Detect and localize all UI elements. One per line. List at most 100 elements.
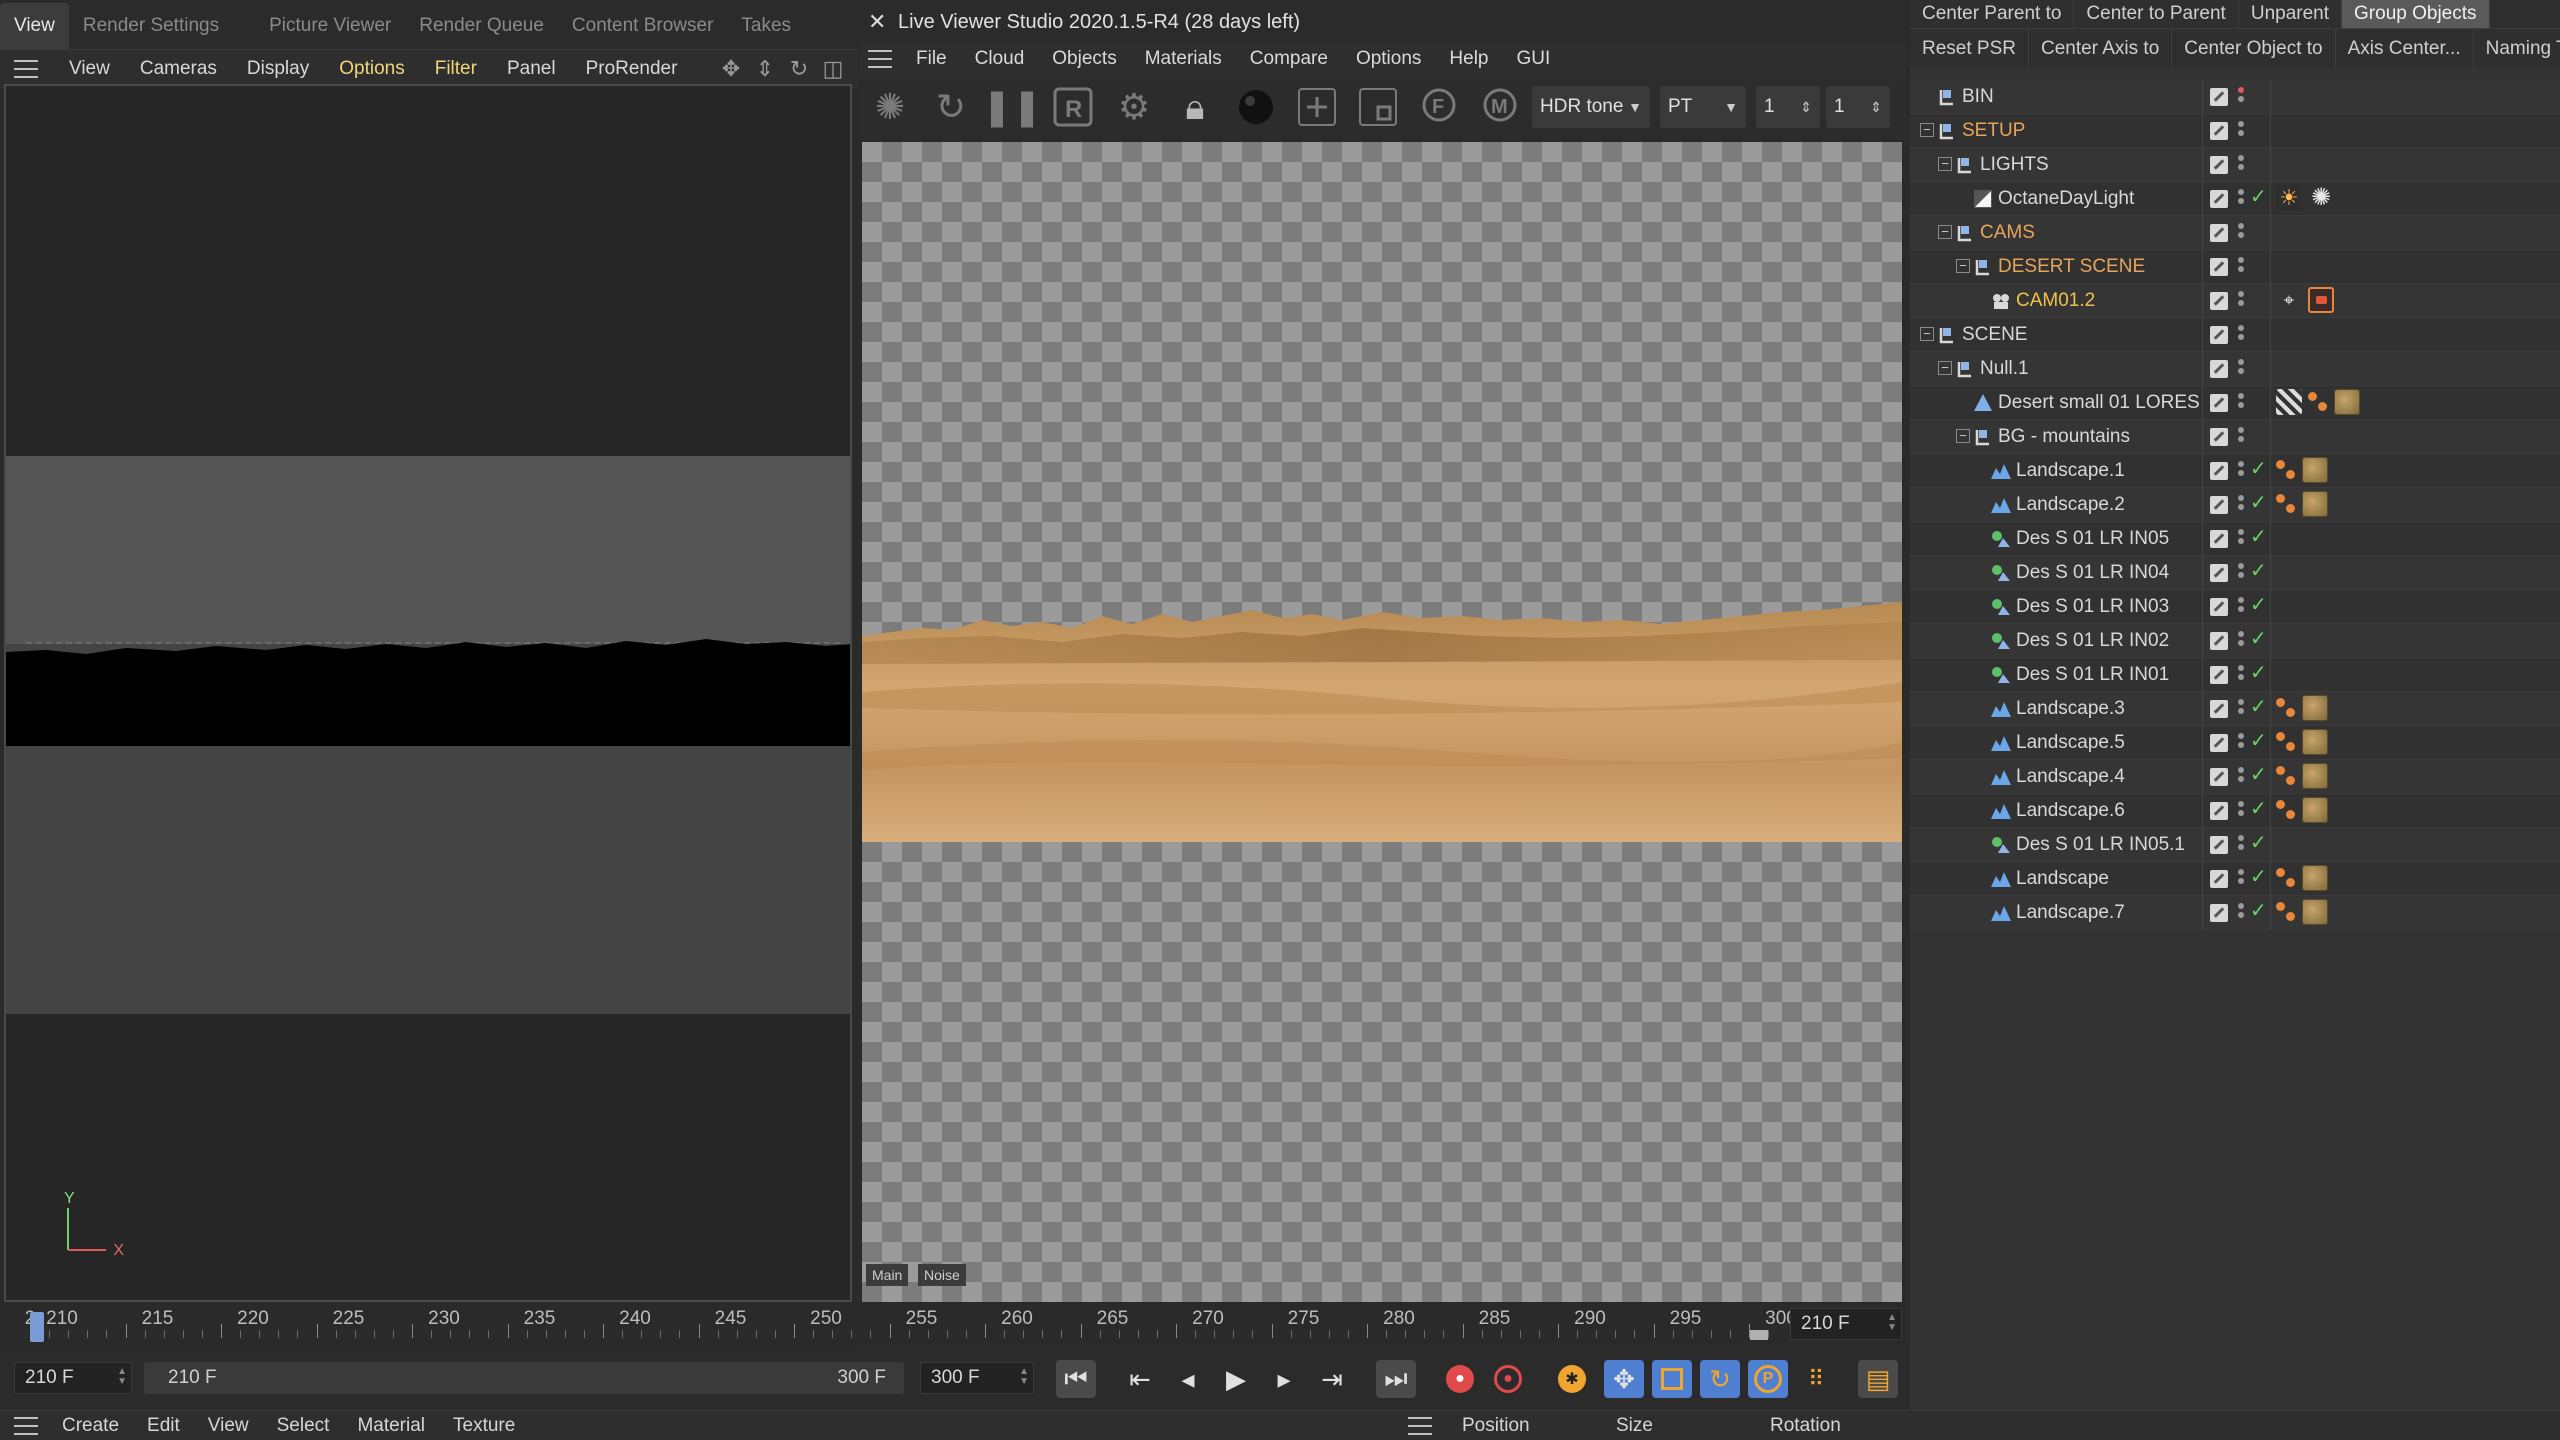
preview-range-slider[interactable]: 210 F 300 F [144, 1362, 904, 1394]
object-name[interactable]: Landscape.3 [2016, 692, 2125, 726]
object-name[interactable]: SCENE [1962, 318, 2027, 352]
menu-file[interactable]: File [902, 48, 961, 70]
pause-render-icon[interactable]: ❚❚ [982, 81, 1042, 133]
visibility-dots-icon[interactable] [2238, 665, 2244, 685]
object-name[interactable]: BIN [1962, 80, 1994, 114]
autokey-button[interactable]: ● [1488, 1360, 1528, 1398]
restart-render-icon[interactable]: ↻ [925, 81, 977, 133]
object-name[interactable]: CAMS [1980, 216, 2035, 250]
visibility-dots-icon[interactable] [2238, 121, 2244, 141]
key-parameter-button[interactable]: P [1748, 1360, 1788, 1398]
material-tag-icon[interactable] [2302, 763, 2328, 789]
unparent-button[interactable]: Unparent [2239, 0, 2343, 28]
material-tag-icon[interactable] [2302, 729, 2328, 755]
menu-compare[interactable]: Compare [1236, 48, 1342, 70]
layer-edit-icon[interactable] [2210, 564, 2228, 582]
menu-help[interactable]: Help [1435, 48, 1502, 70]
sun-tag-icon[interactable]: ☀ [2276, 185, 2302, 211]
material-tag-icon[interactable] [2302, 457, 2328, 483]
material-pick-icon[interactable]: M [1474, 81, 1526, 133]
region-render-icon[interactable]: R [1047, 81, 1099, 133]
previous-frame-button[interactable]: ◂ [1168, 1360, 1208, 1398]
enabled-check-icon[interactable]: ✓ [2250, 762, 2267, 787]
toggle-layout-icon[interactable]: ◫ [820, 56, 846, 82]
menu-edit[interactable]: Edit [133, 1415, 194, 1437]
octane-object-tag-icon[interactable] [2276, 494, 2296, 514]
enabled-check-icon[interactable]: ✓ [2250, 558, 2267, 583]
tag-noise[interactable]: Noise [918, 1264, 966, 1286]
menu-view[interactable]: View [54, 58, 125, 80]
menu-materials[interactable]: Materials [1131, 48, 1236, 70]
tab-view[interactable]: View [0, 3, 69, 49]
object-name[interactable]: Des S 01 LR IN05 [2016, 522, 2169, 556]
object-row[interactable]: CAM01.2 ⌖ [1910, 284, 2560, 318]
go-to-end-button[interactable]: ⏭ [1376, 1360, 1416, 1398]
enabled-check-icon[interactable]: ✓ [2250, 660, 2267, 685]
menu-objects[interactable]: Objects [1038, 48, 1130, 70]
end-marker[interactable] [1750, 1330, 1768, 1340]
menu-cloud[interactable]: Cloud [961, 48, 1039, 70]
visibility-dots-icon[interactable] [2238, 767, 2244, 787]
object-row[interactable]: Landscape.3 ✓ [1910, 692, 2560, 726]
hamburger-menu-icon[interactable] [14, 1416, 38, 1435]
object-row[interactable]: − LIGHTS [1910, 148, 2560, 182]
visibility-dots-icon[interactable] [2238, 257, 2244, 277]
layer-edit-icon[interactable] [2210, 802, 2228, 820]
visibility-dots-icon[interactable] [2238, 563, 2244, 583]
object-row[interactable]: Landscape.7 ✓ [1910, 896, 2560, 930]
object-name[interactable]: CAM01.2 [2016, 284, 2095, 318]
visibility-dots-icon[interactable] [2238, 359, 2244, 379]
visibility-dots-icon[interactable] [2238, 495, 2244, 515]
enabled-check-icon[interactable]: ✓ [2250, 728, 2267, 753]
key-position-button[interactable]: ✥ [1604, 1360, 1644, 1398]
enabled-check-icon[interactable]: ✓ [2250, 592, 2267, 617]
layer-edit-icon[interactable] [2210, 224, 2228, 242]
menu-select[interactable]: Select [263, 1415, 344, 1437]
visibility-dots-icon[interactable] [2238, 801, 2244, 821]
octane-object-tag-icon[interactable] [2276, 732, 2296, 752]
tab-render-queue[interactable]: Render Queue [405, 3, 558, 49]
visibility-dots-icon[interactable] [2238, 903, 2244, 923]
object-name[interactable]: Landscape.2 [2016, 488, 2125, 522]
playhead-handle[interactable] [30, 1312, 44, 1342]
start-frame-field[interactable]: 210 F ▲ ▼ [14, 1362, 132, 1394]
menu-material[interactable]: Material [343, 1415, 439, 1437]
visibility-dots-icon[interactable] [2238, 699, 2244, 719]
menu-options[interactable]: Options [1342, 48, 1435, 70]
key-scale-button[interactable] [1652, 1360, 1692, 1398]
enabled-check-icon[interactable]: ✓ [2250, 796, 2267, 821]
object-row[interactable]: Landscape.2 ✓ [1910, 488, 2560, 522]
collapse-toggle-icon[interactable]: − [1920, 327, 1934, 341]
3d-viewport[interactable]: Y X [4, 84, 852, 1302]
layer-edit-icon[interactable] [2210, 122, 2228, 140]
tab-render-settings[interactable]: Render Settings [69, 3, 233, 49]
enabled-check-icon[interactable]: ✓ [2250, 864, 2267, 889]
octane-object-tag-icon[interactable] [2276, 766, 2296, 786]
object-row[interactable]: Des S 01 LR IN05.1 ✓ [1910, 828, 2560, 862]
layer-edit-icon[interactable] [2210, 326, 2228, 344]
collapse-toggle-icon[interactable]: − [1956, 429, 1970, 443]
naming-tool-button[interactable]: Naming T [2474, 29, 2560, 69]
object-row[interactable]: Des S 01 LR IN03 ✓ [1910, 590, 2560, 624]
object-row[interactable]: Landscape.6 ✓ [1910, 794, 2560, 828]
layer-edit-icon[interactable] [2210, 496, 2228, 514]
timeline-ruler[interactable]: 2210215220225230235240245250255260265270… [0, 1302, 1906, 1344]
menu-gui[interactable]: GUI [1503, 48, 1565, 70]
menu-filter[interactable]: Filter [420, 58, 492, 80]
enabled-check-icon[interactable]: ✓ [2250, 184, 2267, 209]
object-row[interactable]: Landscape.1 ✓ [1910, 454, 2560, 488]
layer-edit-icon[interactable] [2210, 156, 2228, 174]
object-row[interactable]: − BG - mountains [1910, 420, 2560, 454]
object-row[interactable]: Des S 01 LR IN02 ✓ [1910, 624, 2560, 658]
octane-object-tag-icon[interactable] [2276, 698, 2296, 718]
menu-create[interactable]: Create [48, 1415, 133, 1437]
visibility-dots-icon[interactable] [2238, 835, 2244, 855]
object-name[interactable]: Des S 01 LR IN02 [2016, 624, 2169, 658]
object-row[interactable]: − SETUP [1910, 114, 2560, 148]
material-tag-icon[interactable] [2334, 389, 2360, 415]
end-frame-field[interactable]: 300 F ▲ ▼ [920, 1362, 1034, 1394]
visibility-dots-icon[interactable] [2238, 393, 2244, 413]
hamburger-menu-icon[interactable] [1408, 1417, 1432, 1435]
material-tag-icon[interactable] [2302, 899, 2328, 925]
object-row[interactable]: Landscape ✓ [1910, 862, 2560, 896]
